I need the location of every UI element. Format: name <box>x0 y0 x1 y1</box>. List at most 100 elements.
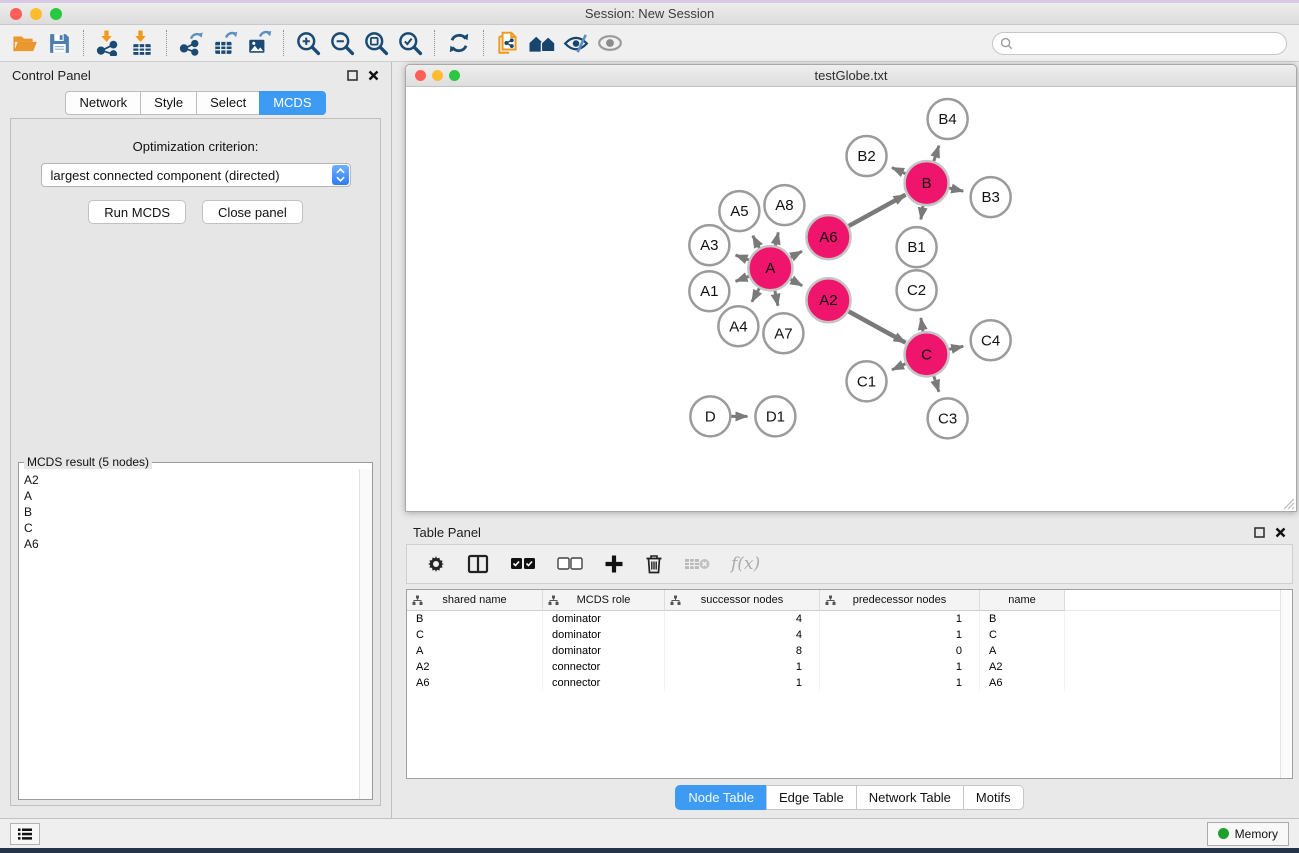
zoom-selected-button[interactable] <box>393 28 427 58</box>
mcds-result-item-b[interactable]: B <box>24 504 372 520</box>
run-mcds-button[interactable]: Run MCDS <box>88 200 186 224</box>
close-table-panel-icon[interactable] <box>1275 527 1286 538</box>
network-window-titlebar[interactable]: testGlobe.txt <box>406 65 1296 87</box>
graph-node-A6[interactable]: A6 <box>806 215 850 259</box>
graph-node-C[interactable]: C <box>905 332 949 376</box>
graph-node-B3[interactable]: B3 <box>971 177 1011 217</box>
float-panel-icon[interactable] <box>347 70 358 81</box>
graph-node-B1[interactable]: B1 <box>897 227 937 267</box>
zoom-fit-button[interactable] <box>359 28 393 58</box>
tab-network-table[interactable]: Network Table <box>856 785 963 810</box>
tab-select[interactable]: Select <box>196 91 259 115</box>
mcds-result-item-a2[interactable]: A2 <box>24 472 372 488</box>
mcds-result-item-a6[interactable]: A6 <box>24 536 372 552</box>
deselect-all-rows-icon[interactable] <box>557 557 583 571</box>
column-header-predecessor-nodes[interactable]: predecessor nodes <box>820 590 980 611</box>
refresh-button[interactable] <box>442 28 476 58</box>
delete-column-trash-icon[interactable] <box>645 554 663 574</box>
export-image-button[interactable] <box>242 28 276 58</box>
table-row-a[interactable]: Adominator80A <box>407 643 1292 659</box>
save-session-button[interactable] <box>42 28 76 58</box>
home-panel-button[interactable] <box>525 28 559 58</box>
table-scrollbar[interactable] <box>1280 590 1292 778</box>
graph-edge-B-B2[interactable] <box>892 167 906 173</box>
graph-node-D[interactable]: D <box>690 396 730 436</box>
show-graphics-details-button[interactable] <box>593 28 627 58</box>
graph-node-A3[interactable]: A3 <box>689 225 729 265</box>
import-network-button[interactable] <box>91 28 125 58</box>
tab-node-table[interactable]: Node Table <box>675 785 766 810</box>
tab-edge-table[interactable]: Edge Table <box>766 785 856 810</box>
graph-edge-A-A2[interactable] <box>791 279 803 285</box>
network-zoom-button[interactable] <box>449 70 460 81</box>
select-all-rows-icon[interactable] <box>510 557 536 571</box>
network-canvas[interactable]: B4 B2 B B3 A8A5 A6 A3 B1 A A1 C2 A2 A4A7 C4 C C1 C3 D D1 <box>406 87 1296 511</box>
graph-node-A1[interactable]: A1 <box>689 271 729 311</box>
mcds-result-scrollbar[interactable] <box>359 469 372 799</box>
tab-network[interactable]: Network <box>65 91 140 115</box>
graph-node-A7[interactable]: A7 <box>763 313 803 353</box>
graph-edge-B-B4[interactable] <box>934 145 939 161</box>
table-row-c[interactable]: Cdominator41C <box>407 627 1292 643</box>
close-window-button[interactable] <box>10 8 22 20</box>
column-header-successor-nodes[interactable]: successor nodes <box>665 590 820 611</box>
resize-grip-icon[interactable] <box>1281 496 1295 510</box>
graph-edge-C-C3[interactable] <box>934 376 939 392</box>
graph-edge-C-C4[interactable] <box>949 346 963 349</box>
minimize-window-button[interactable] <box>30 8 42 20</box>
graph-node-A4[interactable]: A4 <box>718 306 758 346</box>
graph-edge-A-A6[interactable] <box>791 251 802 257</box>
graph-edge-B-B1[interactable] <box>921 205 923 219</box>
graph-node-A2[interactable]: A2 <box>806 278 850 322</box>
tab-motifs[interactable]: Motifs <box>963 785 1024 810</box>
show-columns-icon[interactable] <box>467 554 489 574</box>
tab-style[interactable]: Style <box>140 91 196 115</box>
graph-edge-A-A8[interactable] <box>775 232 778 245</box>
graph-node-D1[interactable]: D1 <box>755 396 795 436</box>
memory-button[interactable]: Memory <box>1207 822 1289 846</box>
hide-graphics-details-button[interactable] <box>559 28 593 58</box>
graph-node-C2[interactable]: C2 <box>897 270 937 310</box>
graph-edge-A-A7[interactable] <box>775 290 778 305</box>
export-network-button[interactable] <box>174 28 208 58</box>
task-history-button[interactable] <box>10 823 40 845</box>
mcds-result-item-a[interactable]: A <box>24 488 372 504</box>
tab-mcds[interactable]: MCDS <box>259 91 325 115</box>
open-session-button[interactable] <box>8 28 42 58</box>
graph-edge-A-A5[interactable] <box>753 235 760 247</box>
close-panel-icon[interactable] <box>368 70 379 81</box>
graph-node-A5[interactable]: A5 <box>719 191 759 231</box>
graph-node-B4[interactable]: B4 <box>928 99 968 139</box>
optimization-criterion-select[interactable]: largest connected component (directed) <box>41 163 351 187</box>
graph-edge-C-C2[interactable] <box>921 317 923 331</box>
search-input[interactable] <box>992 32 1287 55</box>
mcds-result-item-c[interactable]: C <box>24 520 372 536</box>
float-table-panel-icon[interactable] <box>1254 527 1265 538</box>
graph-node-C4[interactable]: C4 <box>971 320 1011 360</box>
table-row-a2[interactable]: A2connector11A2 <box>407 659 1292 675</box>
graph-edge-A-A4[interactable] <box>752 288 759 301</box>
table-row-a6[interactable]: A6connector11A6 <box>407 675 1292 691</box>
graph-node-A[interactable]: A <box>748 246 792 290</box>
column-header-name[interactable]: name <box>980 590 1065 611</box>
graph-edge-B-B3[interactable] <box>949 188 963 191</box>
graph-node-B[interactable]: B <box>905 161 949 205</box>
graph-edge-A-A3[interactable] <box>736 255 749 260</box>
import-table-button[interactable] <box>125 28 159 58</box>
graph-node-B2[interactable]: B2 <box>846 136 886 176</box>
graph-edge-A-A1[interactable] <box>736 276 749 281</box>
zoom-in-button[interactable] <box>291 28 325 58</box>
graph-edge-A6-B[interactable] <box>849 194 906 225</box>
table-row-b[interactable]: Bdominator41B <box>407 611 1292 627</box>
new-network-from-selection-button[interactable] <box>491 28 525 58</box>
graph-edge-A2-C[interactable] <box>849 311 906 342</box>
add-column-icon[interactable] <box>604 554 624 574</box>
graph-node-C3[interactable]: C3 <box>928 398 968 438</box>
column-header-shared-name[interactable]: shared name <box>407 590 543 611</box>
close-panel-button[interactable]: Close panel <box>202 200 303 224</box>
zoom-window-button[interactable] <box>50 8 62 20</box>
zoom-out-button[interactable] <box>325 28 359 58</box>
export-table-button[interactable] <box>208 28 242 58</box>
graph-node-A8[interactable]: A8 <box>764 185 804 225</box>
graph-node-C1[interactable]: C1 <box>846 361 886 401</box>
